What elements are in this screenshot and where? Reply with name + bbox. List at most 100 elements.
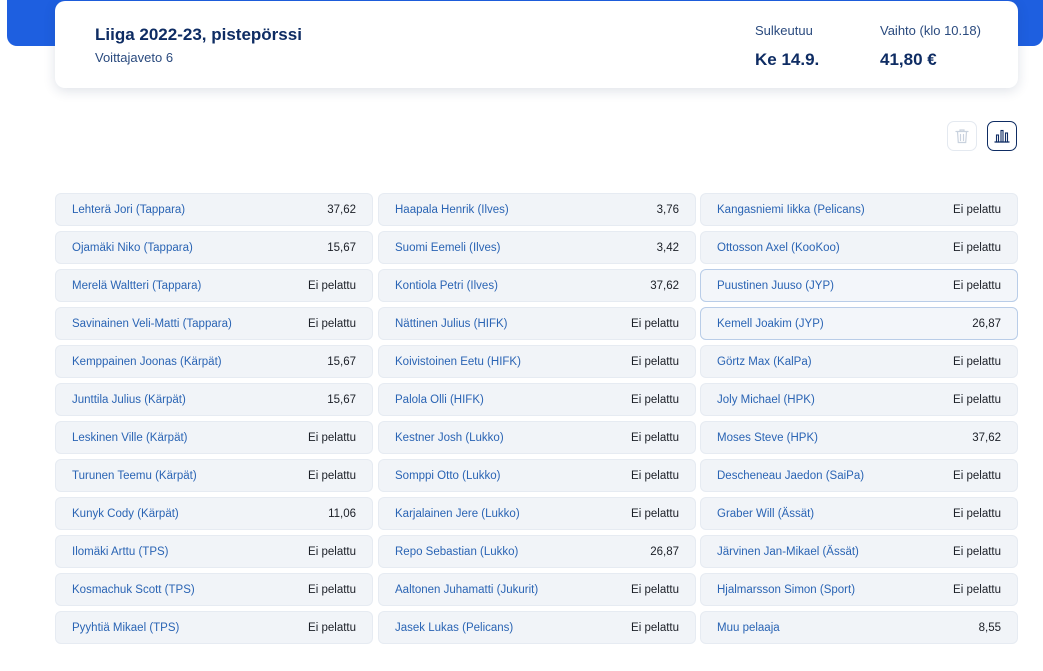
close-value: Ke 14.9.	[755, 50, 820, 69]
player-row[interactable]: Kosmachuk Scott (TPS) Ei pelattu	[55, 573, 373, 606]
player-points: 26,87	[972, 317, 1001, 330]
player-points: Ei pelattu	[953, 583, 1001, 596]
player-name: Kosmachuk Scott (TPS)	[72, 583, 195, 596]
player-row[interactable]: Aaltonen Juhamatti (Jukurit) Ei pelattu	[378, 573, 696, 606]
player-row[interactable]: Järvinen Jan-Mikael (Ässät) Ei pelattu	[700, 535, 1018, 568]
player-name: Suomi Eemeli (Ilves)	[395, 241, 501, 254]
player-row[interactable]: Ilomäki Arttu (TPS) Ei pelattu	[55, 535, 373, 568]
player-row[interactable]: Kangasniemi Iikka (Pelicans) Ei pelattu	[700, 193, 1018, 226]
player-name: Moses Steve (HPK)	[717, 431, 818, 444]
player-row[interactable]: Koivistoinen Eetu (HIFK) Ei pelattu	[378, 345, 696, 378]
player-row[interactable]: Merelä Waltteri (Tappara) Ei pelattu	[55, 269, 373, 302]
player-points: Ei pelattu	[308, 621, 356, 634]
player-name: Görtz Max (KalPa)	[717, 355, 812, 368]
player-row[interactable]: Ojamäki Niko (Tappara) 15,67	[55, 231, 373, 264]
player-points: Ei pelattu	[953, 545, 1001, 558]
player-row[interactable]: Palola Olli (HIFK) Ei pelattu	[378, 383, 696, 416]
player-points: Ei pelattu	[631, 355, 679, 368]
game-title: Liiga 2022-23, pistepörssi	[95, 25, 302, 44]
player-row[interactable]: Karjalainen Jere (Lukko) Ei pelattu	[378, 497, 696, 530]
player-row[interactable]: Graber Will (Ässät) Ei pelattu	[700, 497, 1018, 530]
player-row[interactable]: Repo Sebastian (Lukko) 26,87	[378, 535, 696, 568]
player-row[interactable]: Suomi Eemeli (Ilves) 3,42	[378, 231, 696, 264]
player-name: Somppi Otto (Lukko)	[395, 469, 501, 482]
player-row[interactable]: Lehterä Jori (Tappara) 37,62	[55, 193, 373, 226]
player-points: 3,42	[656, 241, 679, 254]
player-points: 8,55	[978, 621, 1001, 634]
player-name: Kestner Josh (Lukko)	[395, 431, 504, 444]
player-row[interactable]: Descheneau Jaedon (SaiPa) Ei pelattu	[700, 459, 1018, 492]
player-points: 3,76	[656, 203, 679, 216]
player-row[interactable]: Jasek Lukas (Pelicans) Ei pelattu	[378, 611, 696, 644]
player-row[interactable]: Ottosson Axel (KooKoo) Ei pelattu	[700, 231, 1018, 264]
player-row[interactable]: Puustinen Juuso (JYP) Ei pelattu	[700, 269, 1018, 302]
player-row[interactable]: Kunyk Cody (Kärpät) 11,06	[55, 497, 373, 530]
player-row[interactable]: Turunen Teemu (Kärpät) Ei pelattu	[55, 459, 373, 492]
player-name: Savinainen Veli-Matti (Tappara)	[72, 317, 232, 330]
game-info-card: Liiga 2022-23, pistepörssi Voittajaveto …	[55, 1, 1018, 88]
statistics-button[interactable]	[987, 121, 1017, 151]
player-points: Ei pelattu	[953, 203, 1001, 216]
player-points: Ei pelattu	[308, 545, 356, 558]
player-name: Descheneau Jaedon (SaiPa)	[717, 469, 865, 482]
player-points: Ei pelattu	[631, 393, 679, 406]
player-points: Ei pelattu	[308, 317, 356, 330]
player-name: Koivistoinen Eetu (HIFK)	[395, 355, 521, 368]
player-points: Ei pelattu	[308, 583, 356, 596]
player-row[interactable]: Leskinen Ville (Kärpät) Ei pelattu	[55, 421, 373, 454]
player-row[interactable]: Kestner Josh (Lukko) Ei pelattu	[378, 421, 696, 454]
player-points: Ei pelattu	[953, 393, 1001, 406]
player-row[interactable]: Muu pelaaja 8,55	[700, 611, 1018, 644]
player-row[interactable]: Haapala Henrik (Ilves) 3,76	[378, 193, 696, 226]
player-name: Puustinen Juuso (JYP)	[717, 279, 834, 292]
player-row[interactable]: Joly Michael (HPK) Ei pelattu	[700, 383, 1018, 416]
player-points: 37,62	[327, 203, 356, 216]
player-row[interactable]: Moses Steve (HPK) 37,62	[700, 421, 1018, 454]
player-points: 26,87	[650, 545, 679, 558]
player-row[interactable]: Savinainen Veli-Matti (Tappara) Ei pelatt…	[55, 307, 373, 340]
player-points: 15,67	[327, 355, 356, 368]
player-row[interactable]: Pyyhtiä Mikael (TPS) Ei pelattu	[55, 611, 373, 644]
player-name: Kontiola Petri (Ilves)	[395, 279, 498, 292]
player-name: Lehterä Jori (Tappara)	[72, 203, 186, 216]
player-name: Ojamäki Niko (Tappara)	[72, 241, 193, 254]
player-name: Joly Michael (HPK)	[717, 393, 815, 406]
player-row[interactable]: Kemell Joakim (JYP) 26,87	[700, 307, 1018, 340]
player-points: Ei pelattu	[631, 431, 679, 444]
player-name: Ottosson Axel (KooKoo)	[717, 241, 840, 254]
player-name: Ilomäki Arttu (TPS)	[72, 545, 169, 558]
player-name: Aaltonen Juhamatti (Jukurit)	[395, 583, 539, 596]
player-name: Kunyk Cody (Kärpät)	[72, 507, 179, 520]
player-name: Junttila Julius (Kärpät)	[72, 393, 186, 406]
player-points: Ei pelattu	[631, 621, 679, 634]
player-points: 37,62	[972, 431, 1001, 444]
player-points: Ei pelattu	[308, 431, 356, 444]
player-row[interactable]: Nättinen Julius (HIFK) Ei pelattu	[378, 307, 696, 340]
bar-chart-icon	[994, 129, 1010, 143]
player-row[interactable]: Görtz Max (KalPa) Ei pelattu	[700, 345, 1018, 378]
player-points: Ei pelattu	[631, 583, 679, 596]
player-points: 11,06	[328, 507, 356, 520]
delete-button[interactable]	[947, 121, 977, 151]
player-name: Haapala Henrik (Ilves)	[395, 203, 509, 216]
player-name: Palola Olli (HIFK)	[395, 393, 484, 406]
player-points: Ei pelattu	[631, 507, 679, 520]
player-row[interactable]: Kontiola Petri (Ilves) 37,62	[378, 269, 696, 302]
player-row[interactable]: Kemppainen Joonas (Kärpät) 15,67	[55, 345, 373, 378]
player-points: Ei pelattu	[308, 279, 356, 292]
player-name: Leskinen Ville (Kärpät)	[72, 431, 188, 444]
exchange-label: Vaihto (klo 10.18)	[880, 23, 981, 38]
player-row[interactable]: Junttila Julius (Kärpät) 15,67	[55, 383, 373, 416]
player-name: Jasek Lukas (Pelicans)	[395, 621, 514, 634]
player-name: Järvinen Jan-Mikael (Ässät)	[717, 545, 859, 558]
exchange-value: 41,80 €	[880, 50, 937, 69]
player-points: Ei pelattu	[953, 469, 1001, 482]
close-label: Sulkeutuu	[755, 23, 813, 38]
player-name: Muu pelaaja	[717, 621, 780, 634]
player-name: Kangasniemi Iikka (Pelicans)	[717, 203, 865, 216]
player-points: 15,67	[327, 241, 356, 254]
player-name: Graber Will (Ässät)	[717, 507, 815, 520]
player-name: Kemppainen Joonas (Kärpät)	[72, 355, 222, 368]
player-row[interactable]: Somppi Otto (Lukko) Ei pelattu	[378, 459, 696, 492]
player-row[interactable]: Hjalmarsson Simon (Sport) Ei pelattu	[700, 573, 1018, 606]
